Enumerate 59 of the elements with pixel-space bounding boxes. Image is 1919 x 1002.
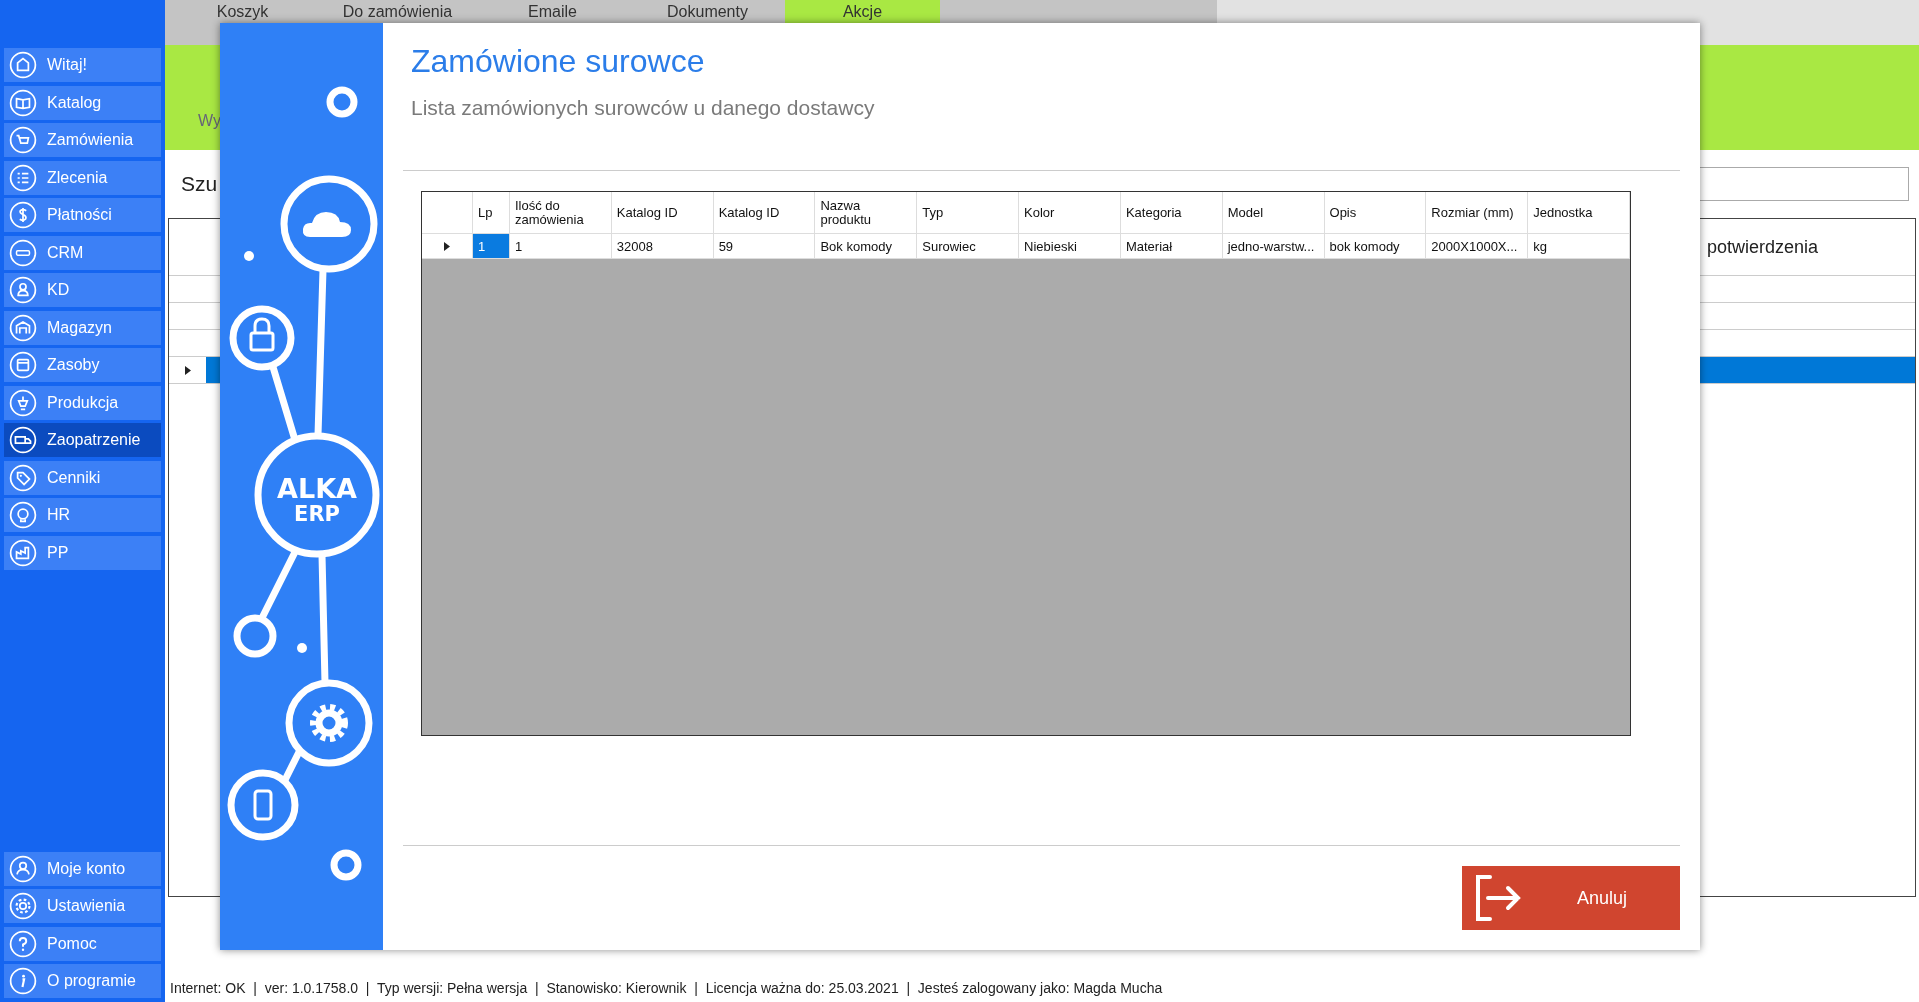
sidebar-item[interactable]: Katalog	[4, 85, 161, 120]
table-cell: Bok komody	[815, 234, 918, 259]
dialog-title: Zamówione surowce	[411, 43, 706, 80]
logo-text: ALKA ERP	[277, 473, 357, 526]
sidebar-item[interactable]: CRM	[4, 235, 161, 270]
machine-icon	[9, 388, 37, 417]
table-cell: Surowiec	[917, 234, 1020, 259]
sidebar-item[interactable]: Zasoby	[4, 348, 161, 382]
cart-icon	[9, 126, 37, 154]
sidebar-item[interactable]: Ustawienia	[4, 889, 161, 923]
sidebar-item[interactable]: PP	[4, 535, 161, 570]
table-cell: 1	[510, 234, 612, 259]
book-icon	[9, 88, 37, 117]
table-cell: 2000X1000X...	[1426, 234, 1529, 259]
sidebar-item[interactable]: Moje konto	[4, 851, 161, 886]
settings-icon	[9, 892, 37, 920]
person-icon	[9, 276, 37, 304]
warehouse-icon	[9, 313, 37, 342]
sidebar-item[interactable]: Produkcja	[4, 385, 161, 420]
table-cell: Niebieski	[1019, 234, 1121, 259]
table-cell: bok komody	[1324, 234, 1427, 259]
sidebar-item[interactable]: Zamówienia	[4, 123, 161, 157]
list-icon	[9, 163, 37, 192]
cancel-button[interactable]: Anuluj	[1462, 866, 1680, 930]
info-icon	[9, 967, 37, 995]
sidebar-item[interactable]: Pomoc	[4, 926, 161, 961]
sidebar-item[interactable]: Płatności	[4, 198, 161, 232]
sidebar-item[interactable]: Zlecenia	[4, 160, 161, 195]
table-cell: 1	[473, 234, 510, 259]
table-cell: 32008	[611, 234, 714, 259]
dollar-icon	[9, 201, 37, 229]
column-header: potwierdzenia	[1707, 236, 1820, 258]
box-icon	[9, 351, 37, 379]
banner-text: Wy	[198, 112, 221, 130]
factory-icon	[9, 538, 37, 567]
table-cell: jedno-warstw...	[1222, 234, 1325, 259]
sidebar-item[interactable]: Cenniki	[4, 460, 161, 495]
sidebar-item[interactable]: Magazyn	[4, 310, 161, 345]
tag-icon	[9, 463, 37, 492]
help-icon	[9, 929, 37, 958]
gear-icon	[310, 704, 348, 742]
table-cell: 59	[713, 234, 816, 259]
lock-icon	[249, 317, 275, 352]
search-label: Szu	[181, 172, 218, 196]
table-cell: Materiał	[1120, 234, 1223, 259]
row-pointer-icon	[184, 365, 191, 375]
truck-icon	[9, 426, 37, 454]
sidebar-item[interactable]: O programie	[4, 964, 161, 998]
sidebar-item[interactable]: HR	[4, 498, 161, 532]
cloud-icon	[302, 212, 351, 237]
dialog-subtitle: Lista zamówionych surowców u danego dostawcy	[411, 96, 876, 120]
sidebar-item[interactable]: Witaj!	[4, 48, 161, 82]
phone-icon	[253, 789, 273, 821]
sidebar-item[interactable]: KD	[4, 273, 161, 307]
table-cell: kg	[1528, 234, 1630, 259]
sidebar-item[interactable]: Zaopatrzenie	[4, 423, 161, 457]
status-text: Internet: OK | ver: 1.0.1758.0 | Typ wersji: Pełna wersja | Stanowisko: Kierownik | Licencja ważna do: 25.03.2021 | Jesteś zalogowany jako: Magda Mucha	[169, 979, 1164, 998]
user-icon	[9, 854, 37, 883]
house-icon	[9, 51, 37, 79]
